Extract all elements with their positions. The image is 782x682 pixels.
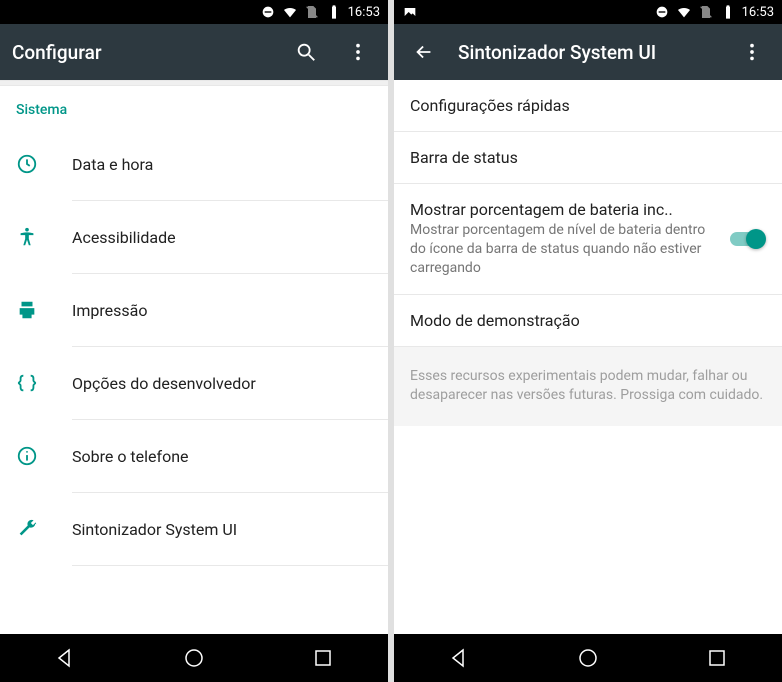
switch-thumb: [746, 229, 766, 249]
dnd-icon: [260, 4, 276, 20]
nav-back-button[interactable]: [33, 634, 97, 682]
nav-recents-button[interactable]: [685, 634, 749, 682]
app-header: Sintonizador System UI: [394, 24, 782, 80]
nav-home-button[interactable]: [556, 634, 620, 682]
search-button[interactable]: [288, 34, 324, 70]
row-label: Sobre o telefone: [72, 447, 189, 466]
row-label: Opções do desenvolvedor: [72, 374, 256, 393]
row-accessibility[interactable]: Acessibilidade: [0, 201, 388, 273]
navigation-bar: [394, 634, 782, 682]
row-date-time[interactable]: Data e hora: [0, 128, 388, 200]
braces-icon: [16, 372, 72, 394]
setting-title: Configurações rápidas: [410, 96, 766, 115]
info-icon: [16, 445, 72, 467]
wifi-icon: [676, 4, 692, 20]
row-label: Sintonizador System UI: [72, 520, 237, 539]
nav-recents-button[interactable]: [291, 634, 355, 682]
row-quick-settings[interactable]: Configurações rápidas: [394, 80, 782, 132]
setting-subtitle: Mostrar porcentagem de nível de bateria …: [410, 221, 718, 278]
experimental-warning: Esses recursos experimentais podem mudar…: [394, 347, 782, 426]
battery-icon: [326, 4, 342, 20]
battery-icon: [720, 4, 736, 20]
nav-home-button[interactable]: [162, 634, 226, 682]
setting-title: Mostrar porcentagem de bateria inc..: [410, 200, 718, 219]
content-area: Configurações rápidas Barra de status Mo…: [394, 80, 782, 634]
status-time: 16:53: [742, 5, 774, 20]
wrench-icon: [16, 518, 72, 540]
overflow-menu-button[interactable]: [340, 34, 376, 70]
no-sim-icon: [698, 4, 714, 20]
back-button[interactable]: [406, 34, 442, 70]
divider: [72, 565, 388, 566]
status-bar: 16:53: [394, 0, 782, 24]
setting-title: Barra de status: [410, 148, 766, 167]
page-title: Configurar: [12, 41, 272, 64]
navigation-bar: [0, 634, 388, 682]
row-battery-percentage[interactable]: Mostrar porcentagem de bateria inc.. Mos…: [394, 184, 782, 295]
app-header: Configurar: [0, 24, 388, 80]
phone-right-tuner: 16:53 Sintonizador System UI Configuraçõ…: [394, 0, 782, 682]
battery-percentage-switch[interactable]: [730, 229, 766, 249]
status-bar: 16:53: [0, 0, 388, 24]
dnd-icon: [654, 4, 670, 20]
row-system-ui-tuner[interactable]: Sintonizador System UI: [0, 493, 388, 565]
wifi-icon: [282, 4, 298, 20]
section-header-sistema: Sistema: [0, 86, 388, 128]
status-time: 16:53: [348, 5, 380, 20]
page-title: Sintonizador System UI: [458, 41, 718, 64]
row-about-phone[interactable]: Sobre o telefone: [0, 420, 388, 492]
screenshot-notification-icon: [402, 4, 418, 20]
row-printing[interactable]: Impressão: [0, 274, 388, 346]
printer-icon: [16, 299, 72, 321]
row-label: Data e hora: [72, 155, 153, 174]
accessibility-icon: [16, 226, 72, 248]
row-label: Acessibilidade: [72, 228, 176, 247]
nav-back-button[interactable]: [427, 634, 491, 682]
no-sim-icon: [304, 4, 320, 20]
row-label: Impressão: [72, 301, 147, 320]
setting-title: Modo de demonstração: [410, 311, 766, 330]
content-area: Sistema Data e hora Acessibilidade Impre…: [0, 80, 388, 634]
phone-left-settings: 16:53 Configurar Sistema Data e hora Ace…: [0, 0, 388, 682]
clock-icon: [16, 153, 72, 175]
row-status-bar[interactable]: Barra de status: [394, 132, 782, 184]
row-developer-options[interactable]: Opções do desenvolvedor: [0, 347, 388, 419]
overflow-menu-button[interactable]: [734, 34, 770, 70]
row-demo-mode[interactable]: Modo de demonstração: [394, 295, 782, 347]
